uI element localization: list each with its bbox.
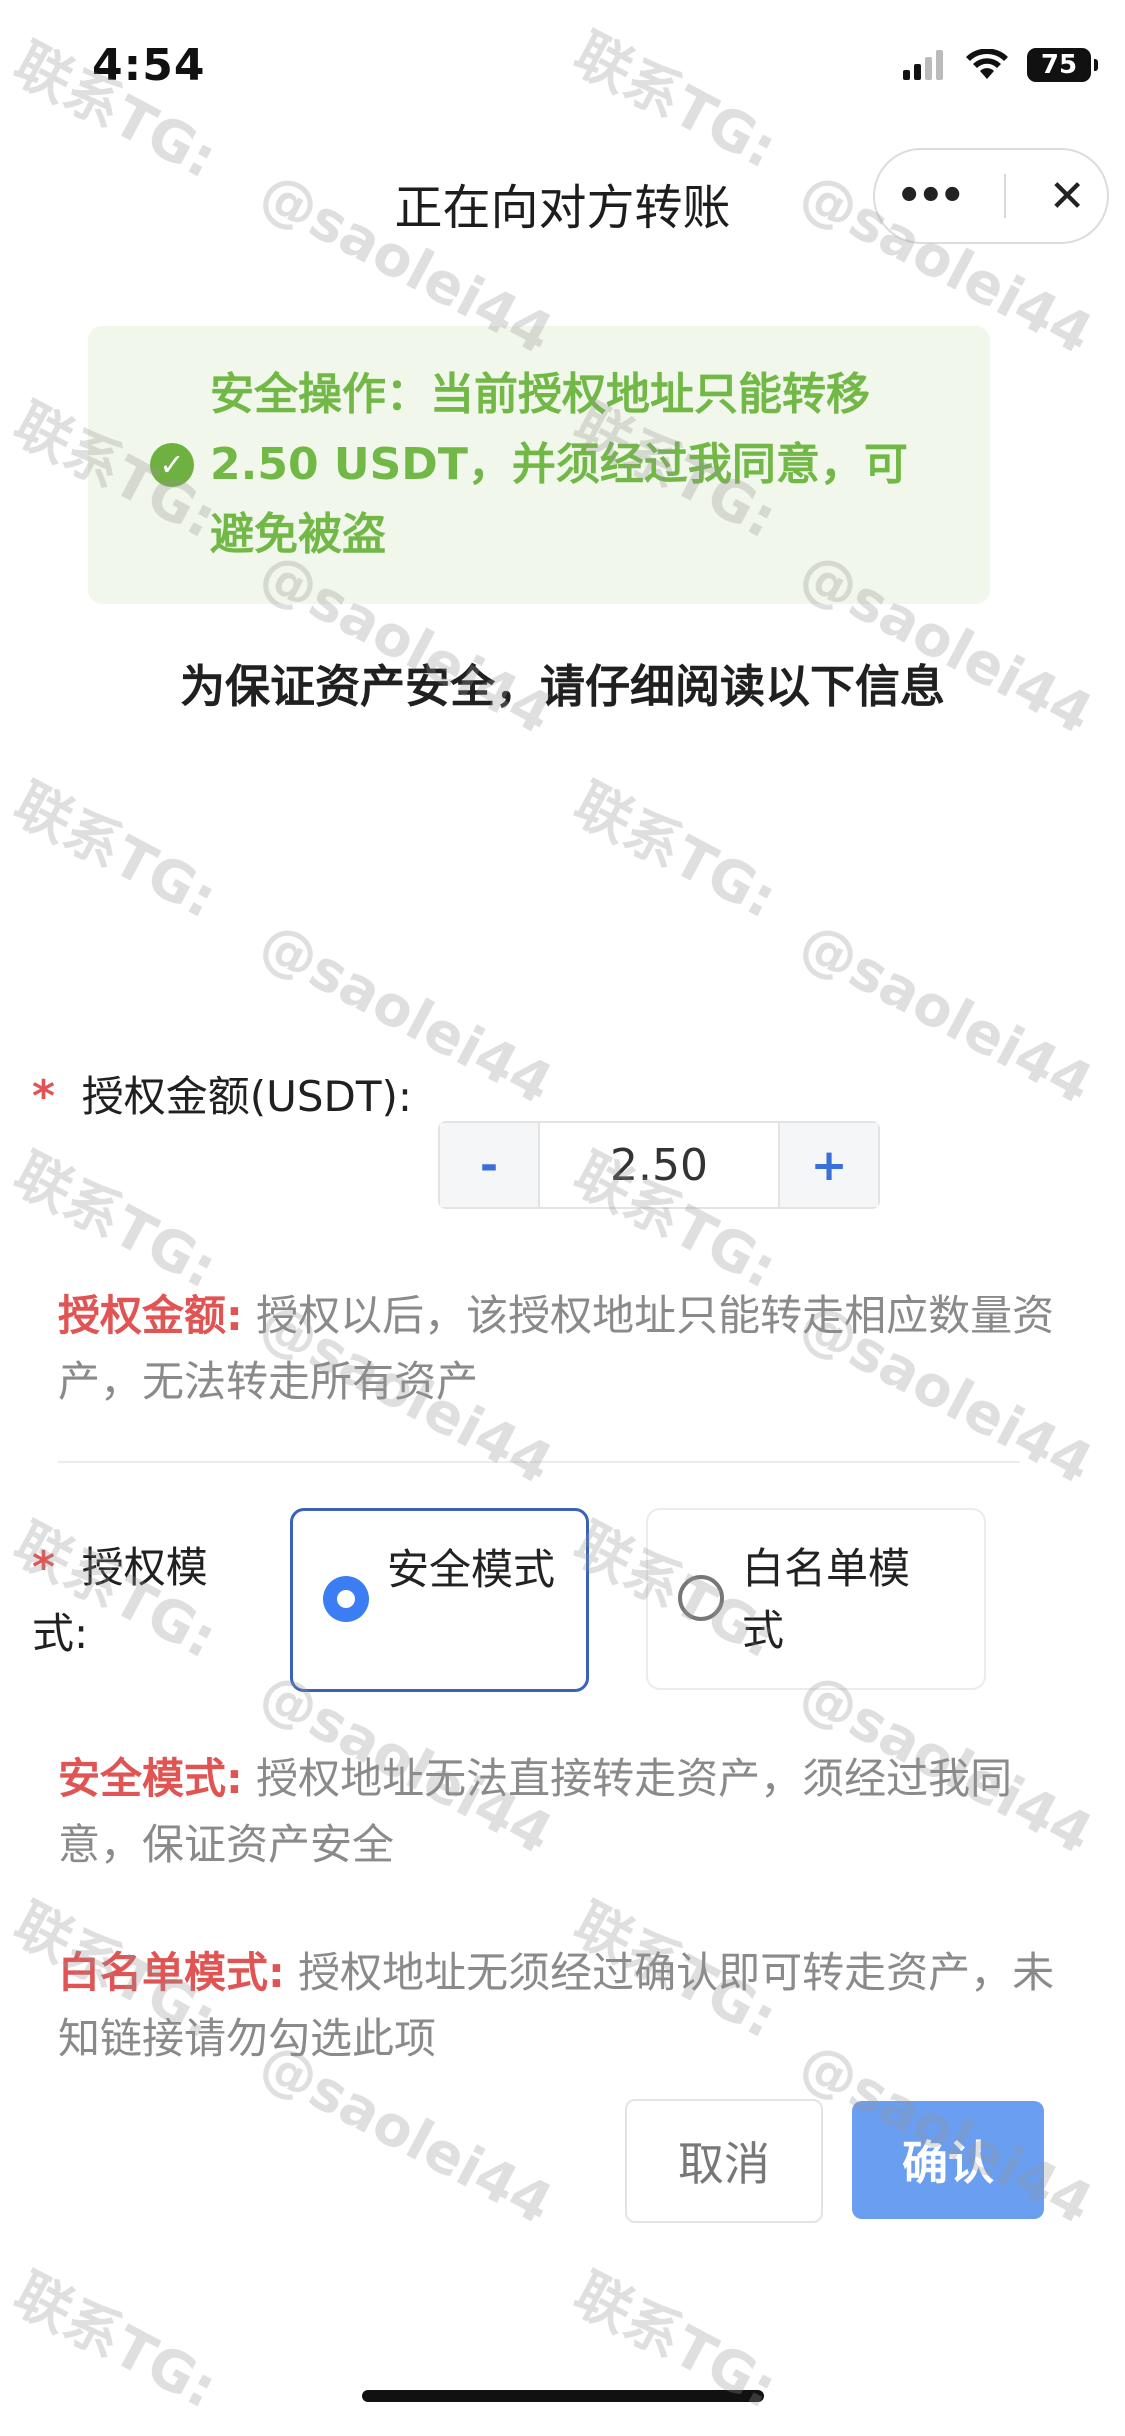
watermark: 联系TG: [3, 771, 227, 932]
mode-option-safe[interactable]: 安全模式 [290, 1508, 589, 1692]
required-mark: * [32, 1542, 56, 1593]
safe-mode-description: 安全模式: 授权地址无法直接转走资产，须经过我同意，保证资产安全 [58, 1746, 1058, 1878]
divider [58, 1461, 1020, 1463]
mode-option-safe-label: 安全模式 [387, 1545, 556, 1594]
amount-input[interactable]: 2.50 [538, 1123, 780, 1207]
watermark: @saolei44 [789, 910, 1103, 1118]
status-icons: 75 [903, 48, 1098, 82]
check-circle-icon: ✓ [150, 443, 194, 487]
whitelist-desc-key: 白名单模式: [58, 1948, 285, 1997]
safe-mode-desc-key: 安全模式: [58, 1754, 243, 1803]
status-time: 4:54 [92, 40, 206, 91]
home-indicator [362, 2390, 764, 2402]
watermark: 联系TG: [3, 1141, 227, 1302]
mode-label: * 授权模式: [32, 1535, 232, 1667]
mode-option-whitelist[interactable]: 白名单模式 [646, 1508, 986, 1690]
mode-label-text: 授权模式: [32, 1543, 208, 1658]
amount-stepper: - 2.50 + [438, 1121, 880, 1209]
mode-option-whitelist-label: 白名单模式 [742, 1544, 911, 1655]
amount-description: 授权金额: 授权以后，该授权地址只能转走相应数量资产，无法转走所有资产 [58, 1283, 1058, 1415]
amount-label-text: 授权金额(USDT): [81, 1072, 413, 1121]
read-notice: 为保证资产安全，请仔细阅读以下信息 [179, 660, 945, 713]
battery-icon: 75 [1027, 48, 1098, 82]
watermark: 联系TG: [563, 21, 787, 182]
increment-button[interactable]: + [780, 1123, 878, 1207]
radio-unselected-icon[interactable] [678, 1575, 724, 1621]
decrement-button[interactable]: - [440, 1123, 538, 1207]
confirm-button[interactable]: 确认 [852, 2101, 1044, 2219]
signal-icon [903, 50, 943, 80]
whitelist-mode-description: 白名单模式: 授权地址无须经过确认即可转走资产，未知链接请勿勾选此项 [58, 1940, 1058, 2072]
radio-selected-icon[interactable] [323, 1576, 369, 1622]
watermark: 联系TG: [563, 771, 787, 932]
safety-notice-text: 安全操作：当前授权地址只能转移2.50 USDT，并须经过我同意，可避免被盗 [210, 369, 908, 560]
capsule-divider [1003, 174, 1006, 218]
close-icon[interactable]: ✕ [1049, 171, 1086, 222]
watermark: 联系TG: [3, 2261, 227, 2422]
required-mark: * [32, 1071, 56, 1122]
more-icon[interactable]: ••• [896, 173, 965, 219]
cancel-button[interactable]: 取消 [625, 2099, 823, 2223]
wifi-icon [966, 49, 1008, 79]
mini-program-capsule: ••• ✕ [873, 148, 1109, 244]
amount-desc-key: 授权金额: [58, 1291, 243, 1340]
amount-label: * 授权金额(USDT): [32, 1063, 412, 1124]
